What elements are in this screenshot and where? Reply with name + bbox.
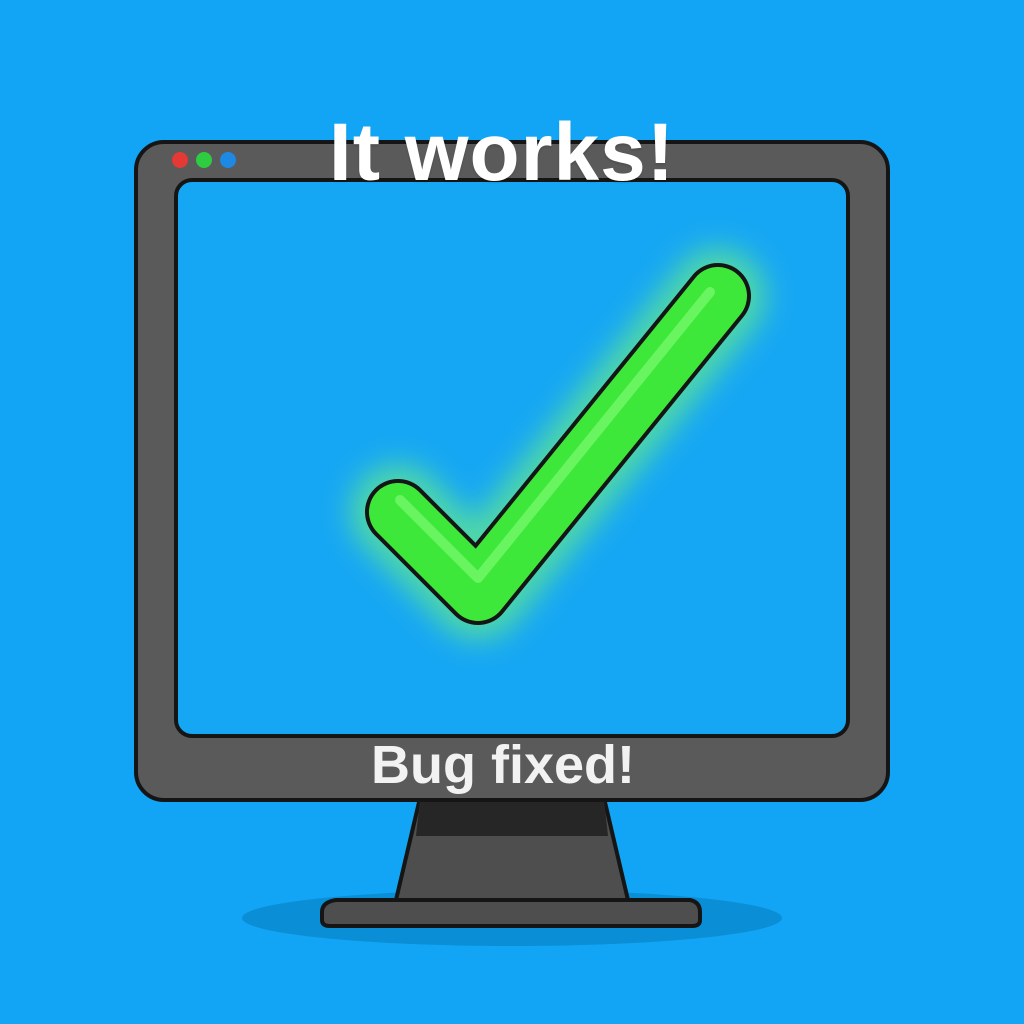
headline-text: It works! [328, 107, 676, 198]
illustration: It works! Bug fixed! [0, 0, 1024, 1024]
caption-text: Bug fixed! [371, 735, 635, 795]
monitor-screen [174, 178, 850, 738]
